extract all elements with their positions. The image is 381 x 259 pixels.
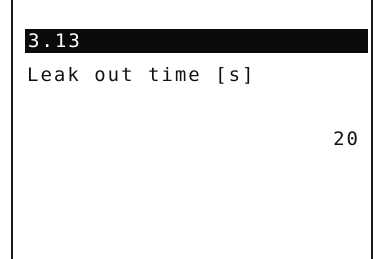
parameter-code: 3.13 (28, 30, 82, 52)
parameter-header-bar: 3.13 (25, 29, 368, 53)
lcd-display-screen: 3.13 Leak out time [s] 20 (11, 0, 373, 259)
parameter-name: Leak out time [s] (27, 64, 256, 86)
parameter-value[interactable]: 20 (333, 126, 360, 152)
